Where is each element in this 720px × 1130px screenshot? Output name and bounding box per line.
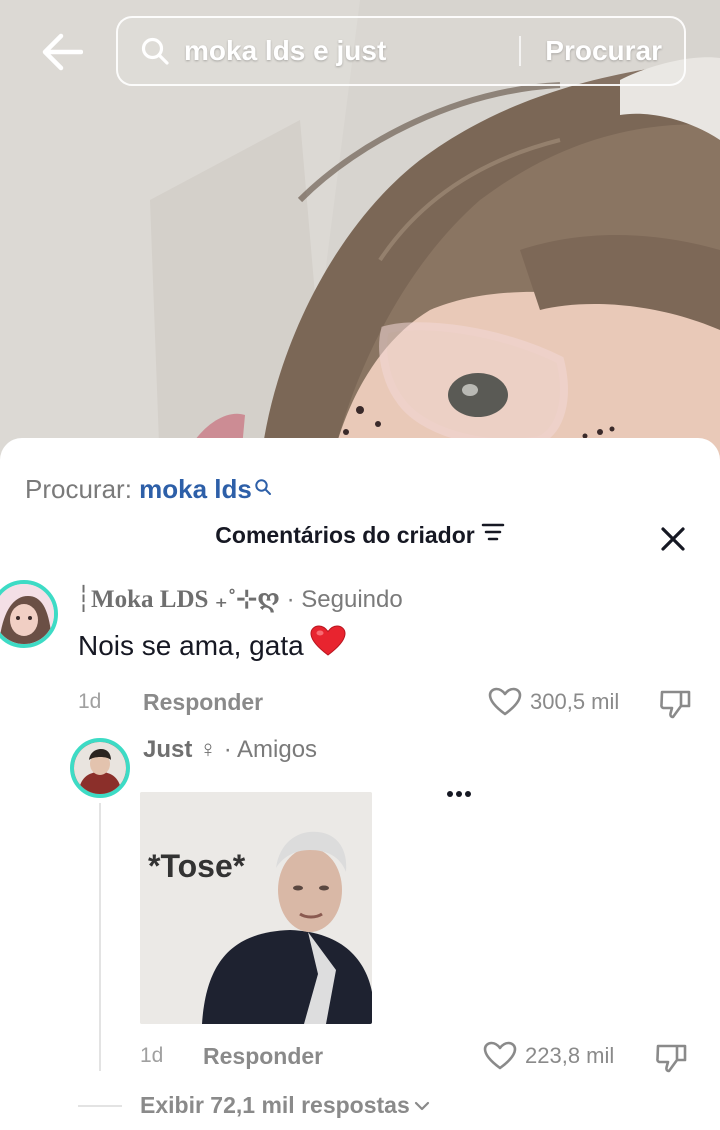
heart-outline-icon <box>488 687 522 716</box>
filter-icon[interactable] <box>481 521 505 548</box>
comment-time: 1d <box>78 690 102 713</box>
reply-reply-button[interactable]: Responder <box>203 1043 323 1070</box>
search-small-icon <box>254 472 272 503</box>
sticker-illustration <box>140 792 372 1024</box>
more-options-button[interactable] <box>444 784 474 804</box>
reply-dislike-button[interactable] <box>655 1042 689 1079</box>
avatar[interactable] <box>0 580 58 648</box>
close-button[interactable] <box>656 522 690 556</box>
comments-title-text: Comentários do criador <box>215 522 475 548</box>
reply-username[interactable]: Just ♀ <box>143 736 217 763</box>
close-icon <box>661 527 685 551</box>
comment-username[interactable]: ┆Moka LDS ₊˚⊹ღ <box>76 586 280 613</box>
chevron-down-icon <box>414 1091 430 1118</box>
comment-relation: · Seguindo <box>286 586 403 613</box>
search-submit-button[interactable]: Procurar <box>521 35 684 67</box>
search-suggestion: Procurar: moka lds <box>25 474 272 505</box>
comments-title: Comentários do criador <box>0 522 720 549</box>
comment-text: Nois se ama, gata <box>78 625 346 664</box>
dislike-icon <box>656 1044 687 1073</box>
more-dots-icon <box>447 791 471 797</box>
red-heart-emoji-icon <box>310 625 346 664</box>
back-arrow-icon <box>42 33 83 71</box>
view-replies-button[interactable]: Exibir 72,1 mil respostas <box>140 1092 430 1119</box>
reply-avatar[interactable] <box>70 738 130 798</box>
comment-like-count: 300,5 mil <box>530 689 620 714</box>
search-input[interactable]: moka lds e just <box>184 35 519 67</box>
comment-dislike-button[interactable] <box>659 688 693 725</box>
comment-like-button[interactable]: 300,5 mil <box>488 687 619 717</box>
reply-like-count: 223,8 mil <box>525 1043 615 1068</box>
suggestion-prefix: Procurar: <box>25 474 132 504</box>
reply-relation: · Amigos <box>223 736 318 763</box>
view-replies-label: Exibir 72,1 mil respostas <box>140 1092 410 1118</box>
search-bar[interactable]: moka lds e just Procurar <box>116 16 686 86</box>
reply-header: Just ♀ · Amigos <box>143 736 317 764</box>
sticker-caption: *Tose* <box>148 848 246 884</box>
heart-outline-icon <box>483 1041 517 1070</box>
dislike-icon <box>660 690 691 719</box>
back-button[interactable] <box>36 28 88 76</box>
suggestion-term-link[interactable]: moka lds <box>139 474 272 504</box>
reply-sticker-image[interactable]: *Tose* <box>140 792 372 1024</box>
suggestion-term: moka lds <box>139 474 252 504</box>
reply-time: 1d <box>140 1044 164 1067</box>
comment-header: ┆Moka LDS ₊˚⊹ღ · Seguindo <box>76 584 403 614</box>
thread-line <box>99 803 101 1071</box>
comment-reply-button[interactable]: Responder <box>143 689 263 716</box>
reply-like-button[interactable]: 223,8 mil <box>483 1041 614 1071</box>
replies-divider <box>78 1105 122 1107</box>
comment-body: Nois se ama, gata <box>78 630 304 661</box>
comments-sheet: Procurar: moka lds Comentários do criado… <box>0 438 720 1130</box>
search-icon <box>140 36 170 66</box>
